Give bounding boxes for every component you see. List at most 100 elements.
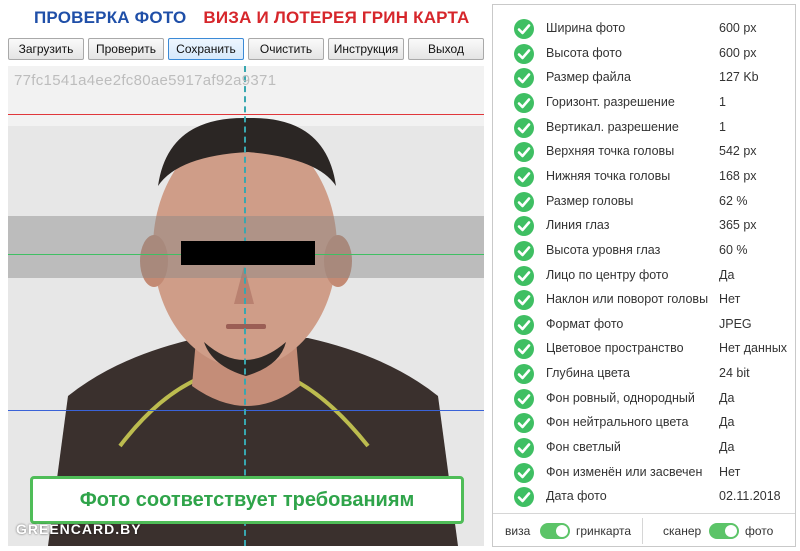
check-circle-icon	[514, 314, 534, 335]
check-label: Фон ровный, однородный	[546, 390, 695, 405]
mode-scanner-label: сканер	[663, 524, 702, 538]
visa-greencard-toggle[interactable]	[540, 523, 570, 539]
check-label: Лицо по центру фото	[546, 267, 669, 282]
check-row: Фон нейтрального цвета Да	[493, 411, 795, 435]
check-row: Дата фото 02.11.2018	[493, 485, 795, 509]
check-label: Горизонт. разрешение	[546, 94, 675, 109]
head-top-guide-line	[8, 114, 484, 115]
check-label: Фон светлый	[546, 440, 621, 455]
check-label: Дата фото	[546, 489, 607, 504]
check-row: Ширина фото 600 px	[493, 17, 795, 41]
check-value: Да	[719, 390, 735, 405]
check-row: Формат фото JPEG	[493, 313, 795, 337]
check-circle-icon	[514, 487, 534, 508]
check-label: Фон нейтрального цвета	[546, 415, 689, 430]
check-value: Нет	[719, 292, 741, 307]
check-row: Высота уровня глаз 60 %	[493, 239, 795, 263]
check-value: 600 px	[719, 21, 757, 35]
photo-hash: 77fc1541a4ee2fc80ae5917af92a9371	[14, 72, 277, 89]
check-row: Верхняя точка головы 542 px	[493, 140, 795, 164]
check-circle-icon	[514, 413, 534, 434]
check-value: 1	[719, 94, 726, 109]
check-row: Глубина цвета 24 bit	[493, 362, 795, 386]
toolbar: Загрузить Проверить Сохранить Очистить И…	[8, 38, 484, 62]
check-circle-icon	[514, 240, 534, 261]
mode-photo-label: фото	[745, 524, 774, 538]
check-circle-icon	[514, 438, 534, 459]
check-circle-icon	[514, 216, 534, 237]
check-value: 24 bit	[719, 366, 750, 381]
check-circle-icon	[514, 462, 534, 483]
check-value: 127 Kb	[719, 70, 759, 85]
check-circle-icon	[514, 166, 534, 187]
check-row: Размер файла 127 Kb	[493, 66, 795, 90]
load-button[interactable]: Загрузить	[8, 38, 84, 60]
check-label: Формат фото	[546, 316, 624, 331]
scanner-photo-toggle[interactable]	[709, 523, 739, 539]
check-value: JPEG	[719, 316, 752, 331]
check-circle-icon	[514, 290, 534, 311]
check-circle-icon	[514, 43, 534, 64]
check-label: Цветовое пространство	[546, 341, 684, 356]
check-circle-icon	[514, 191, 534, 212]
check-circle-icon	[514, 19, 534, 39]
app-title: ПРОВЕРКА ФОТО ВИЗА И ЛОТЕРЕЯ ГРИН КАРТА	[34, 8, 469, 30]
check-value: Нет	[719, 464, 741, 479]
check-value: Да	[719, 440, 735, 455]
mode-greencard-label: гринкарта	[576, 524, 632, 538]
check-row: Фон ровный, однородный Да	[493, 387, 795, 411]
check-row: Горизонт. разрешение 1	[493, 91, 795, 115]
check-circle-icon	[514, 142, 534, 163]
check-value: 62 %	[719, 193, 748, 208]
clear-button[interactable]: Очистить	[248, 38, 324, 60]
check-circle-icon	[514, 92, 534, 113]
check-label: Размер файла	[546, 70, 631, 85]
check-row: Фон светлый Да	[493, 436, 795, 460]
check-value: 365 px	[719, 218, 757, 233]
check-row: Фон изменён или засвечен Нет	[493, 461, 795, 485]
check-value: 600 px	[719, 45, 757, 60]
site-watermark: GREENCARD.BY	[16, 521, 142, 537]
check-circle-icon	[514, 265, 534, 286]
check-value: 60 %	[719, 242, 748, 257]
check-value: 542 px	[719, 144, 757, 159]
check-row: Нижняя точка головы 168 px	[493, 165, 795, 189]
check-label: Размер головы	[546, 193, 634, 208]
mode-divider	[642, 518, 643, 544]
check-label: Фон изменён или засвечен	[546, 464, 703, 479]
check-label: Нижняя точка головы	[546, 168, 671, 183]
check-row: Высота фото 600 px	[493, 42, 795, 66]
portrait-photo	[8, 66, 484, 546]
check-row: Наклон или поворот головы Нет	[493, 288, 795, 312]
check-value: 02.11.2018	[719, 489, 781, 504]
check-row: Лицо по центру фото Да	[493, 264, 795, 288]
check-label: Ширина фото	[546, 21, 626, 35]
title-photo-check: ПРОВЕРКА ФОТО	[34, 8, 187, 27]
check-button[interactable]: Проверить	[88, 38, 164, 60]
check-label: Наклон или поворот головы	[546, 292, 709, 307]
result-banner: Фото соответствует требованиям	[30, 476, 464, 524]
check-circle-icon	[514, 68, 534, 89]
save-button[interactable]: Сохранить	[168, 38, 244, 60]
check-circle-icon	[514, 364, 534, 385]
check-label: Глубина цвета	[546, 366, 630, 381]
center-guide-line	[244, 66, 246, 546]
check-label: Высота фото	[546, 45, 622, 60]
exit-button[interactable]: Выход	[408, 38, 484, 60]
check-value: 1	[719, 119, 726, 134]
check-circle-icon	[514, 388, 534, 409]
instructions-button[interactable]: Инструкция	[328, 38, 404, 60]
check-label: Линия глаз	[546, 218, 610, 233]
check-row: Линия глаз 365 px	[493, 214, 795, 238]
check-value: Да	[719, 415, 735, 430]
check-circle-icon	[514, 339, 534, 360]
checks-panel: Ширина фото 600 px Высота фото 600 px Размер…	[492, 4, 796, 547]
check-row: Размер головы 62 %	[493, 190, 795, 214]
photo-preview[interactable]: 77fc1541a4ee2fc80ae5917af92a9371 Фото со…	[8, 66, 484, 546]
check-value: 168 px	[719, 168, 757, 183]
check-circle-icon	[514, 117, 534, 138]
check-row: Вертикал. разрешение 1	[493, 116, 795, 140]
check-label: Вертикал. разрешение	[546, 119, 679, 134]
check-row: Цветовое пространство Нет данных	[493, 337, 795, 361]
check-value: Да	[719, 267, 735, 282]
